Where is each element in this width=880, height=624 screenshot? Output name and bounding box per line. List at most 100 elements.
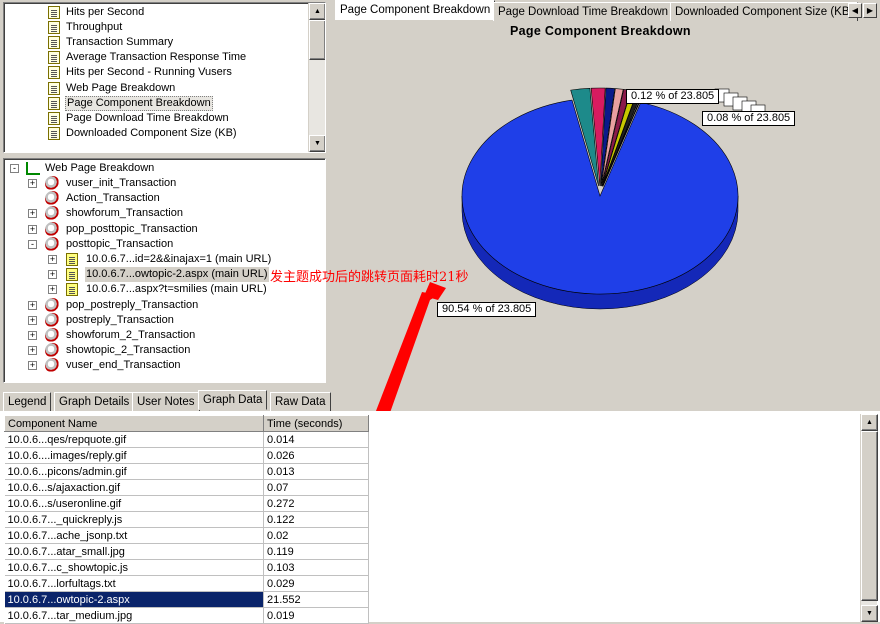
table-row[interactable]: 10.0.6.7...ache_jsonp.txt 0.02 bbox=[4, 527, 369, 544]
scroll-up-icon[interactable]: ▲ bbox=[861, 414, 878, 431]
expand-icon[interactable]: + bbox=[28, 361, 37, 371]
scroll-down-icon[interactable]: ▼ bbox=[861, 605, 878, 622]
expand-icon[interactable]: + bbox=[48, 270, 57, 280]
graph-list-item[interactable]: Page Component Breakdown bbox=[4, 95, 309, 111]
graph-list-item[interactable]: Hits per Second - Running Vusers bbox=[4, 65, 309, 80]
component-name-cell: 10.0.6.7...tar_medium.jpg bbox=[4, 607, 264, 624]
graph-doc-icon bbox=[48, 21, 60, 35]
tree-node[interactable]: + vuser_end_Transaction bbox=[4, 358, 324, 374]
graph-list-item[interactable]: Hits per Second bbox=[4, 5, 309, 20]
scroll-up-icon[interactable]: ▲ bbox=[309, 3, 325, 20]
time-cell: 0.103 bbox=[263, 559, 369, 576]
time-cell: 0.02 bbox=[263, 527, 369, 544]
tab-bottom-0[interactable]: Legend bbox=[3, 392, 52, 412]
component-name-cell: 10.0.6.7...lorfultags.txt bbox=[4, 575, 264, 592]
scroll-down-icon[interactable]: ▼ bbox=[309, 135, 325, 152]
graph-doc-icon bbox=[48, 81, 60, 95]
tab-scroll-left-button[interactable]: ◀ bbox=[848, 3, 862, 18]
table-row[interactable]: 10.0.6.7...owtopic-2.aspx 21.552 bbox=[4, 591, 369, 608]
graph-list-label: Downloaded Component Size (KB) bbox=[66, 126, 237, 139]
table-row[interactable]: 10.0.6...qes/repquote.gif 0.014 bbox=[4, 431, 369, 448]
pie-label-small-2: 0.08 % of 23.805 bbox=[702, 111, 796, 126]
graph-list-label: Page Download Time Breakdown bbox=[66, 111, 229, 124]
expand-icon[interactable]: + bbox=[28, 331, 37, 340]
tree-node-label: postreply_Transaction bbox=[66, 313, 174, 326]
graph-list-label: Page Component Breakdown bbox=[65, 95, 213, 111]
column-header[interactable]: Time (seconds) bbox=[263, 415, 369, 432]
pie-label-main: 90.54 % of 23.805 bbox=[437, 302, 537, 317]
table-row[interactable]: 10.0.6.7...c_showtopic.js 0.103 bbox=[4, 559, 369, 576]
expand-icon[interactable]: + bbox=[28, 346, 37, 356]
expand-icon[interactable]: + bbox=[48, 285, 57, 295]
tree-node[interactable]: + pop_postreply_Transaction bbox=[4, 297, 324, 313]
graph-list-item[interactable]: Average Transaction Response Time bbox=[4, 50, 309, 65]
tree-node-label: pop_posttopic_Transaction bbox=[66, 222, 198, 235]
tab-bottom-2[interactable]: User Notes bbox=[132, 392, 200, 412]
tree-node[interactable]: + pop_posttopic_Transaction bbox=[4, 221, 324, 237]
table-scrollbar[interactable]: ▲ ▼ bbox=[860, 414, 878, 622]
scroll-thumb[interactable] bbox=[861, 431, 878, 601]
tree-node[interactable]: + showtopic_2_Transaction bbox=[4, 343, 324, 359]
expand-icon[interactable]: + bbox=[28, 300, 37, 310]
time-cell: 0.013 bbox=[263, 463, 369, 480]
expand-icon[interactable]: + bbox=[28, 209, 37, 219]
table-row[interactable]: 10.0.6...s/ajaxaction.gif 0.07 bbox=[4, 479, 369, 496]
tree-node[interactable]: - posttopic_Transaction bbox=[4, 236, 324, 252]
graph-tab-strip: Page Component Breakdown Page Download Ti… bbox=[330, 0, 880, 22]
tree-node[interactable]: + showforum_Transaction bbox=[4, 206, 324, 222]
tree-node[interactable]: Action_Transaction bbox=[4, 191, 324, 207]
tree-node-label: posttopic_Transaction bbox=[66, 237, 174, 250]
expand-icon[interactable]: + bbox=[48, 255, 57, 264]
graph-list-label: Average Transaction Response Time bbox=[66, 51, 247, 64]
component-name-cell: 10.0.6.7...c_showtopic.js bbox=[4, 559, 264, 576]
component-name-cell: 10.0.6....images/reply.gif bbox=[4, 447, 264, 464]
table-row[interactable]: 10.0.6...picons/admin.gif 0.013 bbox=[4, 463, 369, 480]
table-row[interactable]: 10.0.6...s/useronline.gif 0.272 bbox=[4, 495, 369, 512]
chart-canvas bbox=[330, 21, 880, 383]
tree-node[interactable]: +10.0.6.7...id=2&&inajax=1 (main URL) bbox=[4, 252, 324, 267]
tab-bottom-3[interactable]: Graph Data bbox=[198, 390, 268, 410]
graph-list-scrollbar[interactable]: ▲ ▼ bbox=[308, 3, 325, 152]
annotation-text: 发主题成功后的跳转页面耗时21秒 bbox=[270, 270, 469, 285]
table-row[interactable]: 10.0.6.7..._quickreply.js 0.122 bbox=[4, 511, 369, 528]
graph-list[interactable]: Hits per Second Throughput Transaction Sum… bbox=[3, 2, 326, 153]
tree-root[interactable]: - Web Page Breakdown bbox=[4, 161, 324, 176]
graph-doc-icon bbox=[48, 66, 60, 80]
table-row[interactable]: 10.0.6.7...atar_small.jpg 0.119 bbox=[4, 543, 369, 560]
graph-list-item[interactable]: Web Page Breakdown bbox=[4, 81, 309, 96]
tree-node[interactable]: + vuser_init_Transaction bbox=[4, 176, 324, 191]
table-row[interactable]: 10.0.6....images/reply.gif 0.026 bbox=[4, 447, 369, 464]
tab-scroll-right-button[interactable]: ▶ bbox=[863, 3, 877, 18]
expand-icon[interactable]: + bbox=[28, 224, 37, 234]
expand-icon[interactable]: + bbox=[28, 179, 37, 188]
column-header[interactable]: Component Name bbox=[4, 415, 264, 432]
expand-icon[interactable]: + bbox=[28, 315, 37, 325]
graph-doc-icon bbox=[48, 36, 60, 50]
graph-doc-icon bbox=[48, 111, 60, 125]
tab-bottom-4[interactable]: Raw Data bbox=[270, 392, 331, 412]
graph-data-table[interactable]: Component Name Time (seconds) 10.0.6...qes… bbox=[4, 415, 369, 624]
graph-list-label: Web Page Breakdown bbox=[66, 81, 176, 94]
graph-list-item[interactable]: Downloaded Component Size (KB) bbox=[4, 126, 309, 141]
tab-graph-2[interactable]: Downloaded Component Size (KB) bbox=[670, 2, 859, 22]
tab-graph-0[interactable]: Page Component Breakdown bbox=[335, 0, 496, 20]
script-icon bbox=[45, 343, 60, 359]
script-icon bbox=[45, 191, 60, 207]
scroll-thumb[interactable] bbox=[309, 20, 325, 60]
tree-node[interactable]: + postreply_Transaction bbox=[4, 312, 324, 328]
graph-list-item[interactable]: Transaction Summary bbox=[4, 35, 309, 50]
tree-node[interactable]: + showforum_2_Transaction bbox=[4, 328, 324, 343]
tab-bottom-1[interactable]: Graph Details bbox=[54, 392, 135, 412]
component-name-cell: 10.0.6...picons/admin.gif bbox=[4, 463, 264, 480]
tree-node-label: pop_postreply_Transaction bbox=[66, 298, 199, 311]
collapse-icon[interactable]: - bbox=[10, 164, 19, 173]
collapse-icon[interactable]: - bbox=[28, 239, 37, 249]
tab-graph-1[interactable]: Page Download Time Breakdown bbox=[493, 2, 674, 22]
table-row[interactable]: 10.0.6.7...tar_medium.jpg 0.019 bbox=[4, 607, 369, 624]
graph-doc-icon bbox=[48, 6, 60, 19]
graph-list-item[interactable]: Throughput bbox=[4, 20, 309, 35]
component-name-cell: 10.0.6.7...owtopic-2.aspx bbox=[4, 591, 264, 608]
script-icon bbox=[45, 236, 60, 252]
graph-list-item[interactable]: Page Download Time Breakdown bbox=[4, 111, 309, 126]
table-row[interactable]: 10.0.6.7...lorfultags.txt 0.029 bbox=[4, 575, 369, 592]
